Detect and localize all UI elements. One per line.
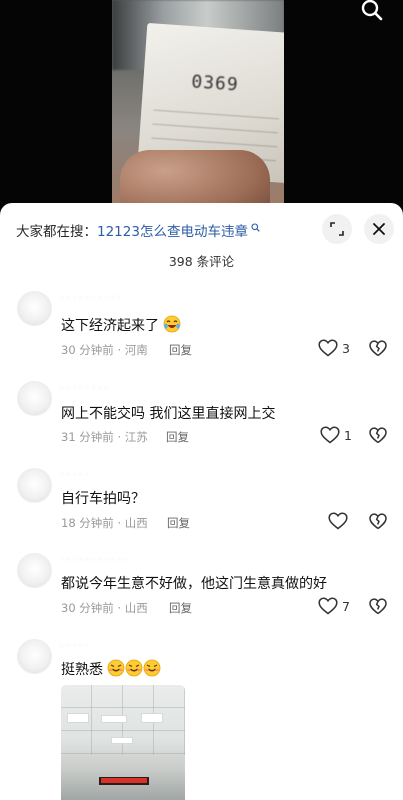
ceiling-light	[67, 713, 89, 723]
username-blurred[interactable]: · · · · ·	[60, 470, 89, 481]
like-button[interactable]: 7	[318, 597, 350, 615]
hot-search-link[interactable]: 大家都在搜：12123怎么查电动车违章	[16, 220, 260, 240]
avatar[interactable]	[17, 553, 52, 588]
like-button[interactable]: 3	[318, 339, 350, 357]
avatar[interactable]	[17, 468, 52, 503]
video-frame: 0369	[112, 0, 284, 215]
expand-button[interactable]	[322, 214, 352, 244]
heart-icon	[320, 426, 340, 444]
comment-photo[interactable]	[61, 685, 185, 800]
comment-count: 398 条评论	[168, 254, 235, 269]
dislike-button[interactable]	[369, 513, 387, 534]
relieved-smile-emoji	[125, 659, 143, 677]
username-blurred[interactable]: · · · · · · · · · · ·	[60, 555, 127, 566]
video-player[interactable]: 0369	[0, 0, 403, 215]
like-count: 1	[344, 427, 352, 443]
led-sign	[99, 777, 149, 785]
hot-search-prefix: 大家都在搜：	[16, 224, 97, 240]
like-button[interactable]: 1	[320, 426, 352, 444]
like-count: 3	[342, 340, 350, 356]
dislike-button[interactable]	[369, 598, 387, 619]
broken-heart-icon	[369, 340, 387, 357]
comment-text[interactable]: 都说今年生意不好做，他这门生意真做的好	[61, 573, 327, 593]
username-blurred[interactable]: · · · · · · · · · ·	[60, 293, 120, 304]
avatar[interactable]	[17, 291, 52, 326]
avatar[interactable]	[17, 639, 52, 674]
reply-button[interactable]: 回复	[169, 342, 192, 358]
username-blurred[interactable]: · · · · · · · ·	[60, 383, 108, 394]
ceiling-light	[101, 715, 127, 723]
comment-text[interactable]: 这下经济起来了	[61, 315, 181, 335]
reply-button[interactable]: 回复	[166, 429, 189, 445]
reply-button[interactable]: 回复	[167, 515, 190, 531]
comment-text[interactable]: 自行车拍吗？	[61, 488, 145, 508]
comment-text[interactable]: 挺熟悉	[61, 659, 161, 679]
close-icon	[373, 223, 385, 235]
heart-icon	[318, 339, 338, 357]
like-count: 7	[342, 598, 350, 614]
broken-heart-icon	[369, 513, 387, 530]
comment-meta: 18 分钟前 · 山西	[61, 516, 148, 530]
broken-heart-icon	[369, 598, 387, 615]
ceiling-light	[111, 737, 133, 744]
close-button[interactable]	[364, 214, 394, 244]
expand-icon	[330, 222, 344, 236]
search-icon[interactable]	[359, 0, 385, 26]
reply-button[interactable]: 回复	[169, 600, 192, 616]
broken-heart-icon	[369, 427, 387, 444]
heart-icon	[318, 597, 338, 615]
comment-text-content: 这下经济起来了	[61, 318, 159, 334]
search-small-icon	[248, 223, 260, 239]
like-button[interactable]	[328, 512, 352, 530]
laughing-crying-emoji	[163, 315, 181, 333]
dislike-button[interactable]	[369, 340, 387, 361]
ticket-number: 0369	[190, 71, 240, 96]
dislike-button[interactable]	[369, 427, 387, 448]
avatar[interactable]	[17, 381, 52, 416]
comment-text-content: 挺熟悉	[61, 662, 103, 678]
comment-meta: 30 分钟前 · 河南	[61, 343, 148, 357]
relieved-smile-emoji	[143, 659, 161, 677]
ceiling-light	[141, 713, 163, 723]
relieved-smile-emoji	[107, 659, 125, 677]
comment-sheet: 大家都在搜：12123怎么查电动车违章 398 条评论 · · · · · · …	[0, 203, 403, 800]
comment-meta: 30 分钟前 · 山西	[61, 601, 148, 615]
comment-meta: 31 分钟前 · 江苏	[61, 430, 148, 444]
hot-search-keyword[interactable]: 12123怎么查电动车违章	[97, 224, 248, 240]
heart-icon	[328, 512, 348, 530]
username-blurred[interactable]: · · · · ·	[60, 641, 89, 652]
comment-text[interactable]: 网上不能交吗 我们这里直接网上交	[61, 403, 275, 423]
